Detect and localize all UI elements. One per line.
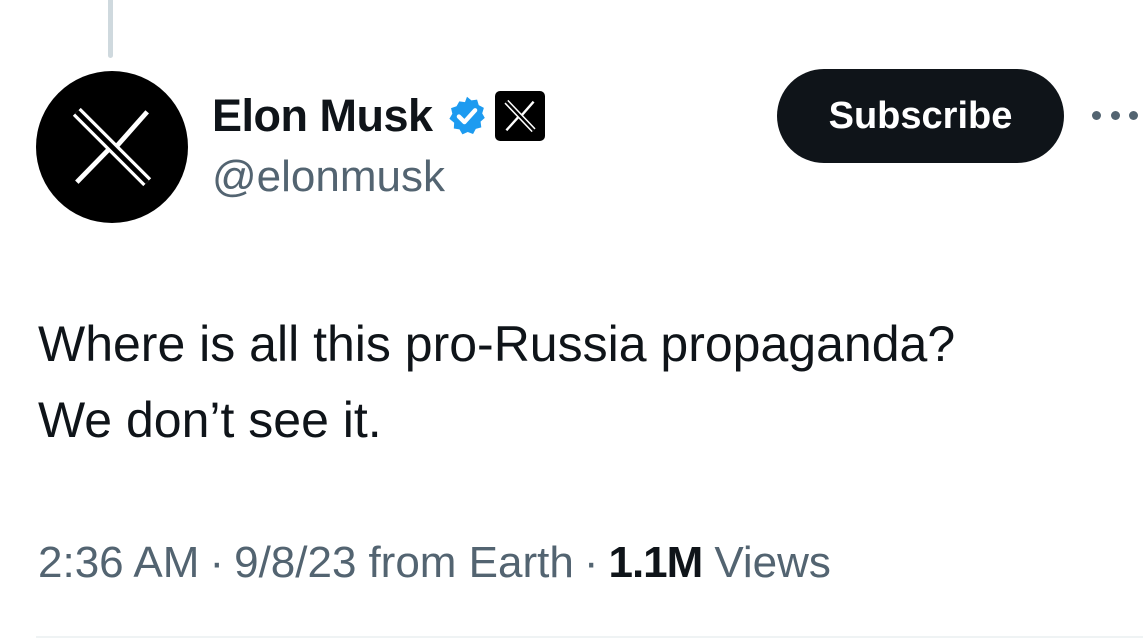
views-label[interactable]: Views bbox=[714, 538, 831, 588]
author-display-name[interactable]: Elon Musk bbox=[212, 90, 433, 142]
thread-connector-line bbox=[108, 0, 113, 58]
more-dot bbox=[1092, 110, 1101, 120]
more-dot bbox=[1110, 110, 1120, 120]
tweet-text-line: We don’t see it. bbox=[38, 392, 382, 448]
tweet-date[interactable]: 9/8/23 bbox=[234, 538, 356, 588]
author-handle[interactable]: @elonmusk bbox=[212, 152, 445, 202]
tweet-text-line: Where is all this pro-Russia propaganda? bbox=[38, 316, 956, 372]
subscribe-button[interactable]: Subscribe bbox=[777, 69, 1064, 163]
meta-separator: · bbox=[209, 538, 225, 587]
more-dot bbox=[1129, 110, 1138, 120]
author-name-row: Elon Musk bbox=[212, 88, 545, 144]
meta-separator: · bbox=[583, 538, 599, 587]
x-affiliate-badge-icon[interactable] bbox=[494, 91, 545, 141]
avatar[interactable] bbox=[36, 71, 188, 223]
x-logo-icon bbox=[72, 107, 152, 187]
tweet-text: Where is all this pro-Russia propaganda?… bbox=[38, 306, 1128, 458]
views-count[interactable]: 1.1M bbox=[608, 538, 703, 588]
more-options-icon[interactable] bbox=[1092, 100, 1138, 130]
tweet-time[interactable]: 2:36 AM bbox=[38, 538, 199, 588]
tweet-meta: 2:36 AM · 9/8/23 from Earth · 1.1M Views bbox=[38, 538, 831, 588]
tweet-source: from Earth bbox=[368, 538, 574, 587]
verified-badge-icon[interactable] bbox=[445, 94, 489, 138]
divider bbox=[36, 636, 1143, 638]
